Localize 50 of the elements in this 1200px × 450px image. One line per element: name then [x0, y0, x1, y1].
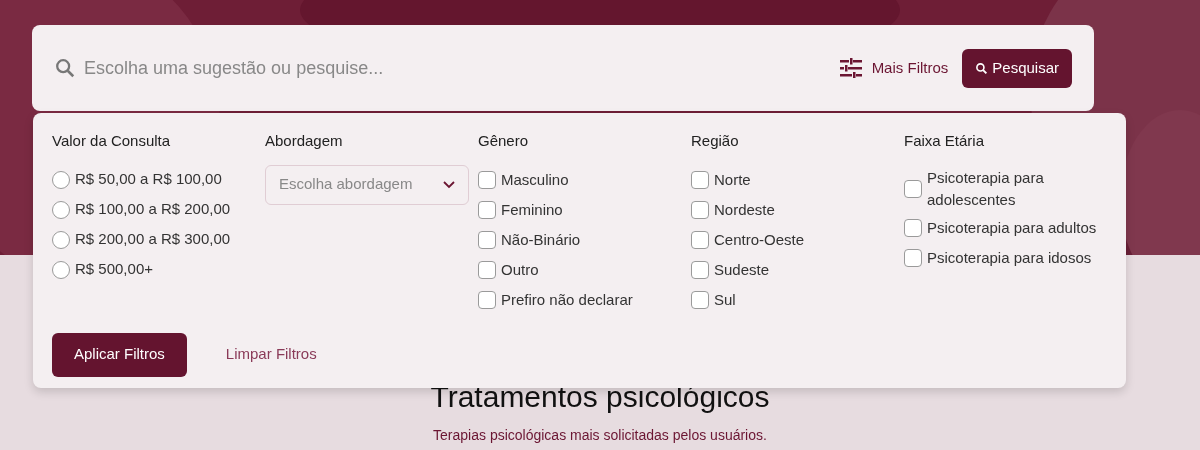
checkbox[interactable] — [478, 290, 496, 309]
checkbox-label: Não-Binário — [501, 229, 581, 250]
filter-heading: Região — [691, 131, 740, 151]
checkbox[interactable] — [478, 200, 496, 219]
radio-button[interactable] — [52, 170, 70, 189]
radio-button[interactable] — [52, 260, 70, 279]
checkbox-label: Outro — [501, 259, 539, 280]
checkbox-label: Feminino — [501, 199, 563, 220]
sliders-icon — [839, 58, 862, 78]
checkbox[interactable] — [691, 230, 709, 249]
checkbox[interactable] — [691, 170, 709, 189]
search-icon — [975, 61, 989, 75]
checkbox-label: Sudeste — [714, 259, 770, 280]
checkbox-label: Nordeste — [714, 199, 775, 220]
checkbox[interactable] — [904, 218, 922, 237]
checkbox-label: Centro-Oeste — [714, 229, 805, 250]
radio-label: R$ 100,00 a R$ 200,00 — [75, 199, 231, 220]
radio-label: R$ 200,00 a R$ 300,00 — [75, 229, 231, 250]
filter-heading: Abordagem — [265, 131, 344, 151]
apply-filters-button[interactable]: Aplicar Filtros — [52, 332, 187, 377]
radio-button[interactable] — [52, 200, 70, 219]
filter-heading: Valor da Consulta — [52, 131, 172, 151]
checkbox[interactable] — [478, 230, 496, 249]
checkbox-label: Sul — [714, 289, 736, 310]
radio-label: R$ 50,00 a R$ 100,00 — [75, 169, 222, 190]
section-title: Tratamentos psicológicos — [430, 381, 770, 413]
filter-heading: Gênero — [478, 131, 530, 151]
checkbox-label: Psicoterapia para adultos — [927, 217, 1097, 238]
checkbox[interactable] — [478, 170, 496, 189]
checkbox-label: Psicoterapia para adolescentes — [927, 167, 1045, 210]
checkbox[interactable] — [691, 290, 709, 309]
search-field[interactable]: Escolha uma sugestão ou pesquise... — [84, 54, 840, 82]
radio-label: R$ 500,00+ — [75, 259, 153, 280]
checkbox[interactable] — [478, 260, 496, 279]
checkbox-label: Masculino — [501, 169, 569, 190]
chevron-down-icon — [443, 180, 455, 189]
checkbox-label: Prefiro não declarar — [501, 289, 633, 310]
checkbox-label: Norte — [714, 169, 751, 190]
checkbox[interactable] — [904, 179, 922, 198]
checkbox-label: Psicoterapia para idosos — [927, 247, 1092, 268]
search-icon — [54, 57, 76, 79]
checkbox[interactable] — [691, 200, 709, 219]
section-subtitle: Terapias psicológicas mais solicitadas pelos usuários. — [433, 426, 767, 445]
filter-heading: Faixa Etária — [904, 131, 986, 151]
more-filters-button[interactable]: Mais Filtros — [839, 56, 949, 80]
checkbox[interactable] — [691, 260, 709, 279]
checkbox[interactable] — [904, 248, 922, 267]
search-button[interactable]: Pesquisar — [962, 48, 1072, 88]
radio-button[interactable] — [52, 230, 70, 249]
clear-filters-link[interactable]: Limpar Filtros — [225, 343, 317, 366]
